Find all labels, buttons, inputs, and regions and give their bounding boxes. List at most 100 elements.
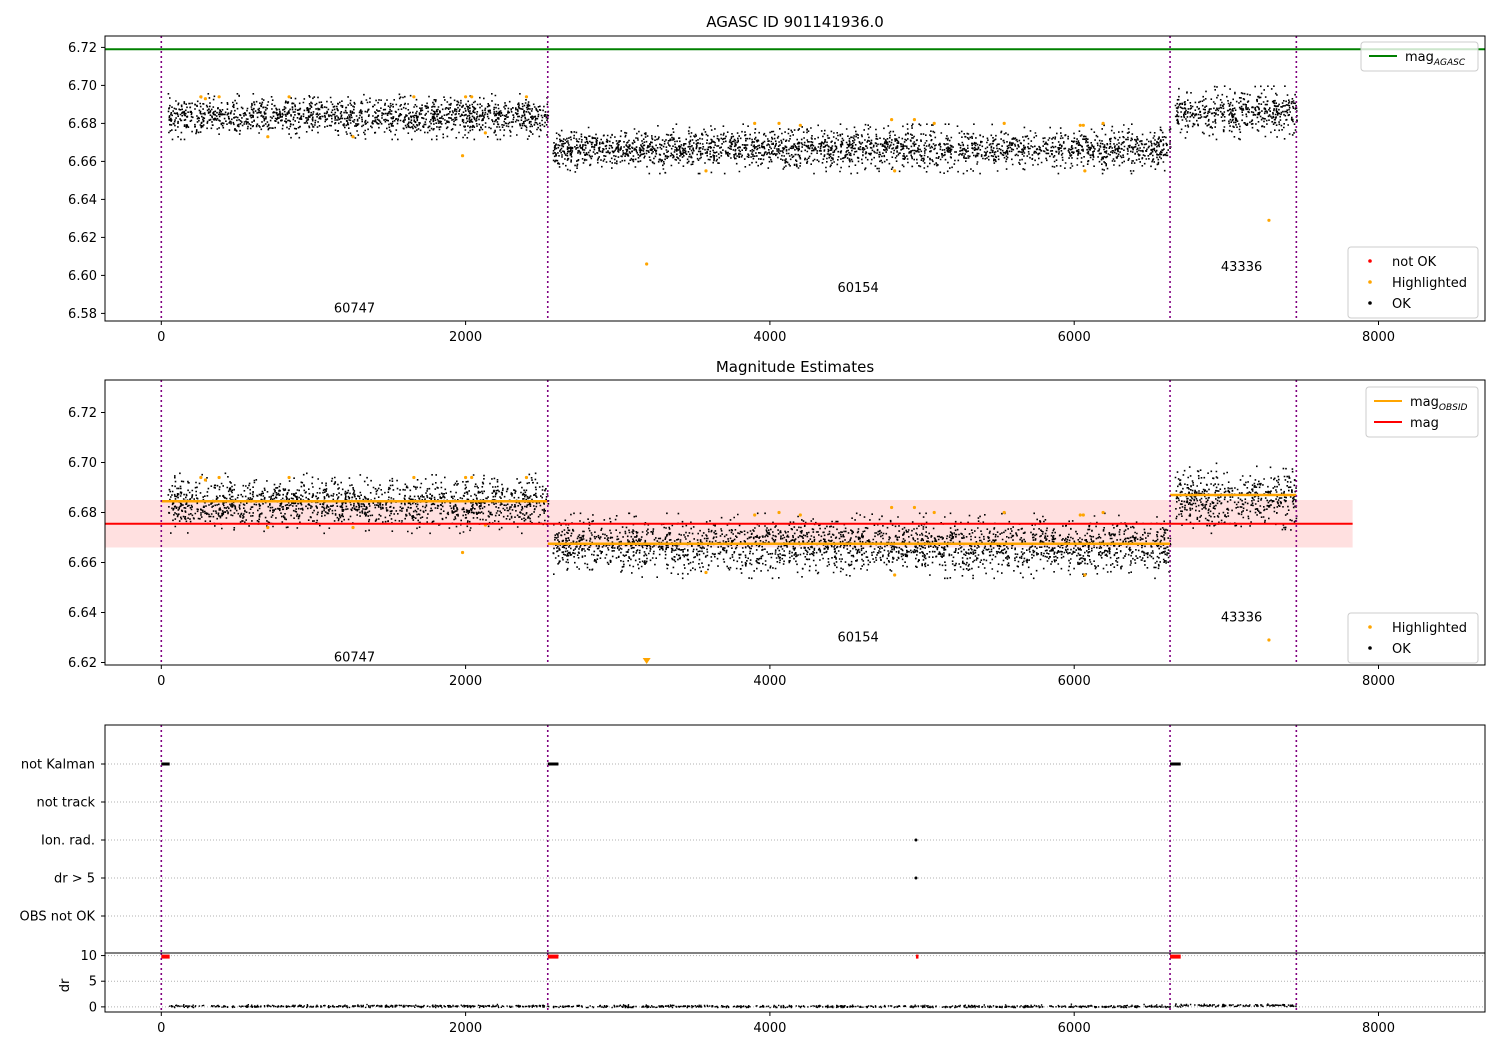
flag-category-label: not Kalman xyxy=(21,758,95,773)
highlighted-point xyxy=(890,505,894,510)
highlighted-point xyxy=(203,97,208,101)
highlighted-point xyxy=(217,475,221,480)
y-tick-label: 6.70 xyxy=(68,79,97,94)
chart-title: AGASC ID 901141936.0 xyxy=(706,13,884,31)
x-tick-label: 0 xyxy=(157,330,165,345)
chart-title: Magnitude Estimates xyxy=(716,358,874,376)
highlighted-point xyxy=(753,121,757,125)
figure: 60747 60154 43336 0 2000 4000 6000 8000 6.58 6.60… xyxy=(20,13,1486,1036)
highlighted-point xyxy=(199,475,203,480)
x-tick-label: 2000 xyxy=(449,674,482,689)
highlighted-point xyxy=(798,513,802,517)
y-tick-label: 6.62 xyxy=(68,656,97,671)
axes-frame xyxy=(104,724,1486,954)
legend-entry-label: Highlighted xyxy=(1392,276,1467,291)
highlighted-point xyxy=(463,475,468,480)
y-tick-label: 0 xyxy=(89,1000,97,1015)
highlighted-point xyxy=(932,510,936,515)
ok-points xyxy=(167,85,1298,175)
highlighted-point xyxy=(704,570,708,575)
obsid-label: 43336 xyxy=(1221,260,1262,275)
y-tick-label: 6.58 xyxy=(68,307,97,322)
legend-marker-swatch xyxy=(1368,301,1372,305)
legend-label-main: mag xyxy=(1405,50,1434,65)
plot-area: 60747 60154 43336 xyxy=(105,36,1485,321)
y-tick-label: 6.66 xyxy=(68,155,97,170)
highlighted-point xyxy=(524,475,529,480)
highlighted-point xyxy=(1081,123,1085,127)
flag-category-label: Ion. rad. xyxy=(41,834,95,849)
highlighted-point xyxy=(470,95,474,99)
y-tick-label: 10 xyxy=(80,949,97,964)
y-tick-label: 6.60 xyxy=(68,269,97,284)
highlighted-point xyxy=(1101,510,1105,515)
x-tick-label: 6000 xyxy=(1058,330,1091,345)
x-tick-label: 4000 xyxy=(753,1021,786,1036)
x-tick-label: 6000 xyxy=(1058,1021,1091,1036)
legend-label-main: Highlighted xyxy=(1392,621,1467,636)
x-tick-label: 8000 xyxy=(1362,330,1395,345)
y-tick-label: 6.64 xyxy=(68,193,97,208)
x-tick-label: 0 xyxy=(157,1021,165,1036)
highlighted-point xyxy=(1078,123,1082,127)
highlighted-point xyxy=(266,135,270,139)
highlighted-point xyxy=(463,95,468,99)
highlighted-point xyxy=(1267,218,1271,222)
y-tick-label: 6.70 xyxy=(68,456,97,471)
legend-marker-swatch xyxy=(1368,280,1372,284)
legend-label-subscript: OBSID xyxy=(1439,403,1468,413)
legend-label-main: not OK xyxy=(1392,255,1437,270)
legend-entry-label: Highlighted xyxy=(1392,621,1467,636)
highlighted-point xyxy=(932,121,936,125)
highlighted-point xyxy=(460,550,465,555)
highlighted-point xyxy=(203,478,208,482)
panel-dr: 0 5 10 0 2000 4000 6000 8000 dr xyxy=(58,949,1486,1036)
highlighted-point xyxy=(777,510,781,515)
dr-high-points xyxy=(1170,954,1181,959)
legend-label-main: OK xyxy=(1392,642,1411,657)
highlighted-point xyxy=(287,475,291,480)
obsid-label: 60154 xyxy=(837,630,878,645)
dr-points xyxy=(169,1003,1297,1009)
offscale-marker xyxy=(642,658,651,664)
highlighted-point xyxy=(1002,121,1006,125)
highlighted-point xyxy=(890,118,894,122)
flag-category-label: dr > 5 xyxy=(54,872,95,887)
obsid-label: 60154 xyxy=(837,281,878,296)
dr-high-points xyxy=(161,954,170,959)
flag-category-label: OBS not OK xyxy=(20,910,96,925)
highlighted-point xyxy=(412,95,416,99)
highlighted-point xyxy=(287,95,291,99)
flag-points xyxy=(161,762,170,766)
legend-label-subscript: AGASC xyxy=(1433,58,1466,68)
legend-label-main: OK xyxy=(1392,297,1411,312)
flag-category-label: not track xyxy=(36,796,95,811)
obsid-label: 60747 xyxy=(334,302,375,317)
highlighted-point xyxy=(351,135,355,139)
panel-flags: not Kalman not track Ion. rad. dr > 5 OBS no… xyxy=(20,724,1486,954)
x-tick-label: 2000 xyxy=(449,330,482,345)
dr-high-points xyxy=(547,954,559,959)
y-tick-label: 6.72 xyxy=(68,406,97,421)
x-tick-label: 8000 xyxy=(1362,1021,1395,1036)
highlighted-point xyxy=(217,95,221,99)
legend-marker-swatch xyxy=(1368,259,1372,263)
highlighted-point xyxy=(1081,513,1085,517)
legend-entry-label: not OK xyxy=(1392,255,1437,270)
x-tick-label: 6000 xyxy=(1058,674,1091,689)
highlighted-point xyxy=(470,475,474,480)
dr-high-points xyxy=(915,954,919,959)
highlighted-point xyxy=(893,573,897,577)
highlighted-point xyxy=(199,95,203,99)
legend-entry-label: mag xyxy=(1410,416,1439,431)
flag-points xyxy=(1170,762,1181,766)
highlighted-point xyxy=(1078,513,1082,517)
highlighted-point xyxy=(798,123,802,127)
highlighted-point xyxy=(351,525,355,530)
y-tick-label: 5 xyxy=(89,975,97,990)
y-tick-label: 6.68 xyxy=(68,506,97,521)
legend-label-main: mag xyxy=(1410,395,1439,410)
highlighted-point xyxy=(777,121,781,125)
axes-frame xyxy=(104,35,1486,322)
panel-agasc: 60747 60154 43336 0 2000 4000 6000 8000 6.58 6.60… xyxy=(68,13,1486,345)
